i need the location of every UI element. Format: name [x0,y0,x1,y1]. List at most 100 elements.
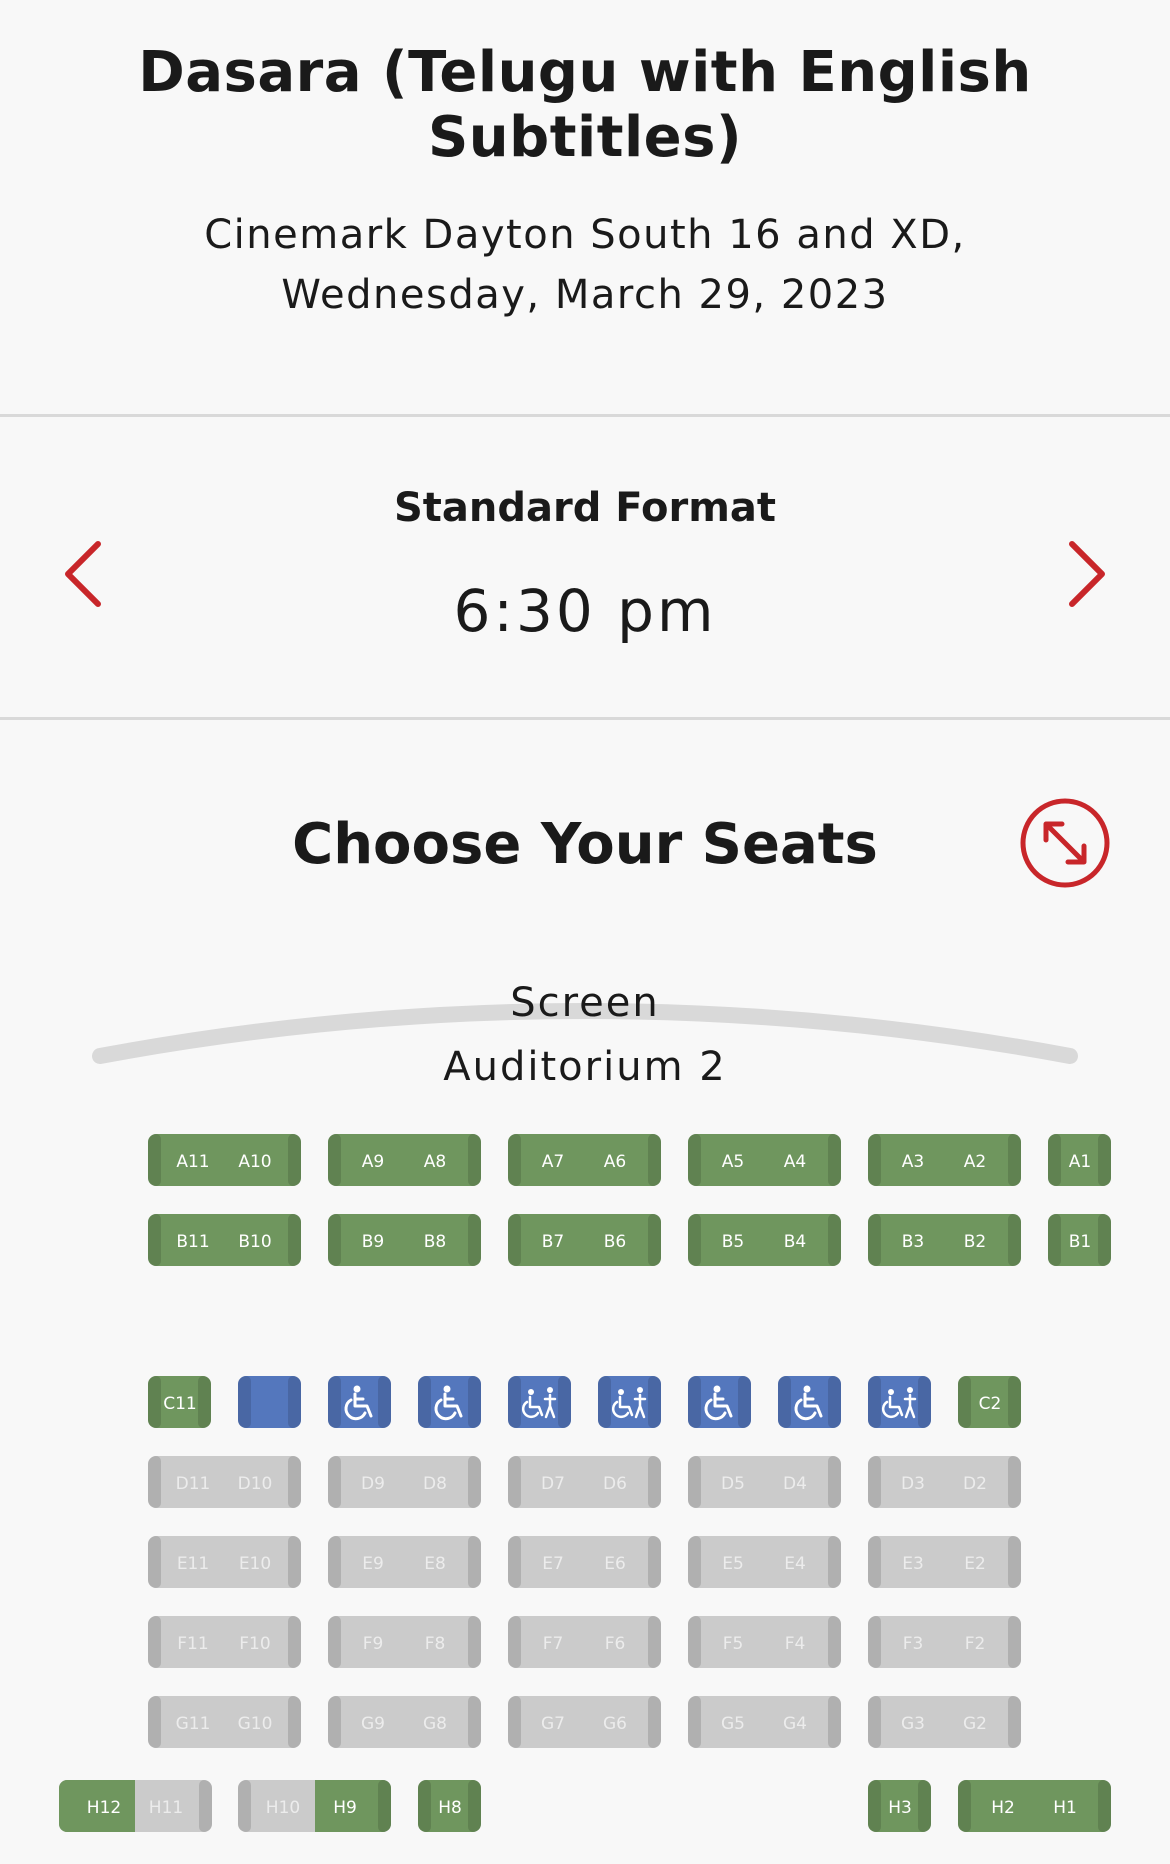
seat-pair-F7-F6: F7 F6 [508,1616,661,1668]
seat-F7: F7 [542,1634,564,1654]
seat-H2[interactable]: H2 [973,1780,1033,1832]
seat-wheelchair[interactable] [778,1376,841,1428]
seat-pair-B11-B10[interactable]: B11 B10 [148,1214,301,1266]
seat-F11: F11 [177,1634,209,1654]
seat-pair-H10-H9[interactable]: H10 H9 [238,1780,391,1832]
seat-A8[interactable]: A8 [405,1134,465,1186]
seat-pair-F11-F10: F11 F10 [148,1616,301,1668]
seat-wheelchair[interactable] [328,1376,391,1428]
seat-H9[interactable]: H9 [315,1780,375,1832]
seat-A3[interactable]: A3 [883,1134,943,1186]
seat-A5[interactable]: A5 [703,1134,763,1186]
seat-pair-F5-F4: F5 F4 [688,1616,841,1668]
seat-pair-B5-B4[interactable]: B5 B4 [688,1214,841,1266]
wheelchair-icon [344,1385,372,1421]
seat-B1[interactable]: B1 [1048,1214,1111,1266]
seat-H12[interactable]: H12 [74,1780,134,1832]
seat-pair-A9-A8[interactable]: A9 A8 [328,1134,481,1186]
seat-A6[interactable]: A6 [585,1134,645,1186]
seat-B10[interactable]: B10 [225,1214,285,1266]
seat-E10: E10 [238,1554,272,1574]
expand-map-button[interactable] [1018,796,1112,890]
screen-label: Screen [510,980,660,1026]
seat-accessible-companion[interactable] [238,1376,301,1428]
seat-F6: F6 [604,1634,626,1654]
seat-D3: D3 [901,1474,925,1494]
seat-wheelchair-companion[interactable] [598,1376,661,1428]
seat-G7: G7 [541,1714,565,1734]
seat-B6[interactable]: B6 [585,1214,645,1266]
seat-pair-B7-B6[interactable]: B7 B6 [508,1214,661,1266]
seat-B5[interactable]: B5 [703,1214,763,1266]
movie-title: Dasara (Telugu with English Subtitles) [138,40,1032,170]
venue-name: Cinemark Dayton South 16 and XD, [204,212,966,258]
seat-B2[interactable]: B2 [945,1214,1005,1266]
seat-G8: G8 [423,1714,447,1734]
seat-E7: E7 [542,1554,564,1574]
seat-G5: G5 [721,1714,745,1734]
seat-B4[interactable]: B4 [765,1214,825,1266]
seat-B3[interactable]: B3 [883,1214,943,1266]
seat-pair-E11-E10: E11 E10 [148,1536,301,1588]
seat-A10[interactable]: A10 [225,1134,285,1186]
seat-pair-D3-D2: D3 D2 [868,1456,1021,1508]
seat-D6: D6 [603,1474,627,1494]
seat-F2: F2 [964,1634,986,1654]
seat-A9[interactable]: A9 [343,1134,403,1186]
seat-A7[interactable]: A7 [523,1134,583,1186]
seat-pair-H12-H11[interactable]: H12 H11 [59,1780,212,1832]
seat-H3[interactable]: H3 [868,1780,931,1832]
seat-B11[interactable]: B11 [163,1214,223,1266]
seat-A1[interactable]: A1 [1048,1134,1111,1186]
seat-D8: D8 [423,1474,447,1494]
seat-D7: D7 [541,1474,565,1494]
seat-pair-A3-A2[interactable]: A3 A2 [868,1134,1021,1186]
seat-A11[interactable]: A11 [163,1134,223,1186]
seat-C11[interactable]: C11 [148,1376,211,1428]
seat-B1-label: B1 [1068,1232,1092,1252]
seat-pair-F3-F2: F3 F2 [868,1616,1021,1668]
seat-pair-G5-G4: G5 G4 [688,1696,841,1748]
seat-B8[interactable]: B8 [405,1214,465,1266]
seat-pair-F9-F8: F9 F8 [328,1616,481,1668]
seat-G9: G9 [361,1714,385,1734]
seat-pair-G7-G6: G7 G6 [508,1696,661,1748]
seat-wheelchair[interactable] [418,1376,481,1428]
seat-D10: D10 [237,1474,273,1494]
seat-pair-B3-B2[interactable]: B3 B2 [868,1214,1021,1266]
seat-F9: F9 [362,1634,384,1654]
seat-pair-D5-D4: D5 D4 [688,1456,841,1508]
seat-pair-B9-B8[interactable]: B9 B8 [328,1214,481,1266]
format-label: Standard Format [393,485,776,531]
seat-H1[interactable]: H1 [1035,1780,1095,1832]
seat-pair-D11-D10: D11 D10 [148,1456,301,1508]
seat-E9: E9 [362,1554,384,1574]
seat-A2[interactable]: A2 [945,1134,1005,1186]
seat-E6: E6 [604,1554,626,1574]
venue-info: Cinemark Dayton South 16 and XD, Wednesd… [60,205,1110,325]
seat-wheelchair[interactable] [688,1376,751,1428]
show-date: Wednesday, March 29, 2023 [281,272,889,318]
seat-H8[interactable]: H8 [418,1780,481,1832]
seat-G2: G2 [963,1714,987,1734]
seat-F3: F3 [902,1634,924,1654]
seat-pair-A5-A4[interactable]: A5 A4 [688,1134,841,1186]
seat-A1-label: A1 [1068,1152,1092,1172]
auditorium-label: Auditorium 2 [443,1044,727,1090]
seat-pair-A11-A10[interactable]: A11 A10 [148,1134,301,1186]
wheelchair-companion-icon [611,1387,646,1419]
seat-wheelchair-companion[interactable] [508,1376,571,1428]
seat-G4: G4 [783,1714,807,1734]
seat-wheelchair-companion[interactable] [868,1376,931,1428]
seat-E8: E8 [424,1554,446,1574]
seat-pair-H2-H1[interactable]: H2 H1 [958,1780,1111,1832]
seat-A4[interactable]: A4 [765,1134,825,1186]
seat-E3: E3 [902,1554,924,1574]
seat-C2[interactable]: C2 [958,1376,1021,1428]
next-showtime-button[interactable] [1056,538,1116,610]
seat-pair-A7-A6[interactable]: A7 A6 [508,1134,661,1186]
seat-B9[interactable]: B9 [343,1214,403,1266]
seat-D2: D2 [963,1474,987,1494]
seat-B7[interactable]: B7 [523,1214,583,1266]
seat-pair-D9-D8: D9 D8 [328,1456,481,1508]
